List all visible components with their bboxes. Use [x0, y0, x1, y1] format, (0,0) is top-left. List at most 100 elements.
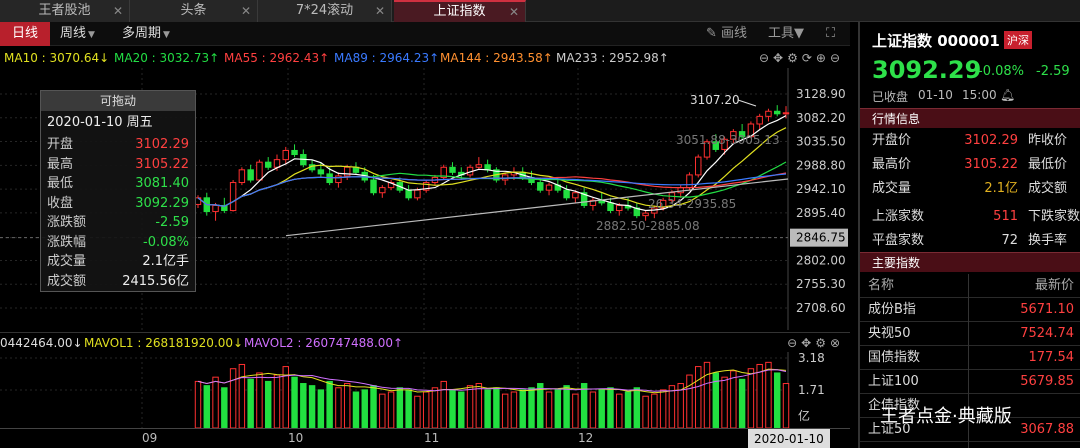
close-icon[interactable]: ✕ — [375, 0, 385, 22]
daily-button[interactable]: 日线 — [0, 22, 50, 46]
multi-period-button[interactable]: 多周期 ▼ — [122, 22, 170, 46]
weekly-button[interactable]: 周线 ▼ — [60, 22, 95, 46]
candle[interactable] — [695, 156, 702, 176]
candle[interactable] — [756, 115, 763, 125]
candle[interactable] — [484, 164, 491, 171]
candle[interactable] — [256, 161, 263, 181]
tab-rolling-news[interactable]: 7*24滚动 ✕ — [258, 0, 392, 22]
tab-sse-index[interactable]: 上证指数 ✕ — [394, 0, 526, 22]
volume-bar[interactable] — [440, 380, 447, 429]
candle[interactable] — [501, 174, 509, 181]
volume-controls[interactable]: ⊖✥⚙⊗ — [787, 333, 844, 353]
volume-bar[interactable] — [721, 376, 728, 429]
volume-bar[interactable] — [642, 395, 649, 429]
volume-bar[interactable] — [308, 385, 316, 429]
candle[interactable] — [563, 189, 570, 199]
candle[interactable] — [686, 174, 693, 189]
candle[interactable] — [475, 164, 483, 168]
candle[interactable] — [642, 212, 649, 217]
candle[interactable] — [238, 169, 246, 184]
volume-bar[interactable] — [651, 393, 658, 429]
candle[interactable] — [317, 169, 325, 175]
close-icon[interactable]: ✕ — [113, 0, 123, 22]
ohlc-tooltip[interactable]: 可拖动 2020-01-10 周五 开盘 3102.29 最高 3105.22 最低 30… — [40, 90, 196, 292]
candle[interactable] — [414, 189, 421, 199]
candle[interactable] — [247, 169, 254, 181]
volume-bar[interactable] — [554, 389, 562, 429]
volume-bar[interactable] — [414, 395, 421, 429]
volume-bar[interactable] — [361, 389, 368, 429]
candle[interactable] — [677, 187, 684, 194]
volume-bar[interactable] — [703, 361, 711, 429]
volume-bar[interactable] — [659, 389, 667, 429]
volume-bar[interactable] — [537, 383, 544, 429]
candle[interactable] — [282, 149, 289, 161]
tab-wangzhe-pool[interactable]: 王者股池 ✕ — [0, 0, 130, 22]
volume-bar[interactable] — [212, 376, 219, 429]
candle[interactable] — [379, 187, 386, 194]
candle[interactable] — [291, 149, 298, 156]
volume-bar[interactable] — [598, 389, 605, 429]
volume-bar[interactable] — [730, 370, 737, 429]
candle[interactable] — [405, 189, 412, 199]
volume-bar[interactable] — [221, 387, 228, 429]
volume-bar[interactable] — [256, 372, 263, 429]
volume-bar[interactable] — [291, 376, 298, 429]
index-list-item[interactable]: 央视50 7524.74 — [860, 322, 1080, 346]
volume-bar[interactable] — [607, 387, 614, 429]
volume-bar[interactable] — [396, 387, 404, 429]
volume-bar[interactable] — [326, 380, 333, 429]
volume-bar[interactable] — [493, 387, 500, 429]
candle[interactable] — [537, 182, 544, 191]
candle[interactable] — [572, 192, 579, 199]
volume-bar[interactable] — [264, 380, 272, 429]
volume-bar[interactable] — [589, 391, 597, 429]
candle[interactable] — [774, 110, 781, 115]
volume-bar[interactable] — [774, 372, 781, 429]
candle[interactable] — [545, 184, 553, 191]
chart-controls[interactable]: ⊖✥⚙⟳⊕⊖ — [759, 48, 844, 68]
volume-bar[interactable] — [580, 383, 588, 429]
candle[interactable] — [765, 110, 772, 117]
index-list-item[interactable]: 成份B指 5671.10 — [860, 298, 1080, 322]
volume-bar[interactable] — [563, 385, 570, 429]
volume-bar[interactable] — [765, 361, 772, 429]
candle[interactable] — [229, 182, 237, 212]
volume-bar[interactable] — [229, 368, 237, 429]
volume-chart[interactable]: 3.18 1.71 亿 — [0, 352, 850, 430]
volume-bar[interactable] — [343, 383, 351, 429]
volume-bar[interactable] — [458, 391, 465, 429]
volume-bar[interactable] — [300, 383, 307, 429]
volume-bar[interactable] — [686, 374, 693, 429]
close-icon[interactable]: ✕ — [509, 2, 519, 22]
volume-bar[interactable] — [203, 385, 210, 429]
volume-bar[interactable] — [519, 389, 526, 429]
volume-bar[interactable] — [738, 378, 746, 429]
volume-bar[interactable] — [405, 389, 412, 429]
volume-bar[interactable] — [501, 393, 509, 429]
candle[interactable] — [782, 112, 790, 115]
tooltip-drag-handle[interactable]: 可拖动 — [41, 91, 195, 111]
candle[interactable] — [264, 161, 272, 168]
fullscreen-icon[interactable]: ⛶ — [826, 22, 835, 46]
candle[interactable] — [449, 166, 456, 173]
volume-bar[interactable] — [756, 363, 763, 429]
volume-bar[interactable] — [747, 368, 755, 429]
candle[interactable] — [370, 179, 377, 194]
volume-bar[interactable] — [238, 363, 246, 429]
candle[interactable] — [343, 166, 351, 177]
volume-bar[interactable] — [572, 393, 579, 429]
volume-bar[interactable] — [466, 385, 474, 429]
volume-bar[interactable] — [624, 391, 632, 429]
volume-bar[interactable] — [545, 391, 553, 429]
volume-bar[interactable] — [194, 380, 202, 429]
volume-bar[interactable] — [317, 389, 325, 429]
index-list-item[interactable]: 上证100 5679.85 — [860, 370, 1080, 394]
volume-bar[interactable] — [484, 389, 491, 429]
volume-bar[interactable] — [370, 385, 377, 429]
volume-bar[interactable] — [352, 391, 360, 429]
bell-icon[interactable]: 🔔︎ — [1000, 88, 1015, 102]
volume-bar[interactable] — [387, 391, 395, 429]
volume-bar[interactable] — [247, 378, 254, 429]
volume-bar[interactable] — [449, 389, 456, 429]
